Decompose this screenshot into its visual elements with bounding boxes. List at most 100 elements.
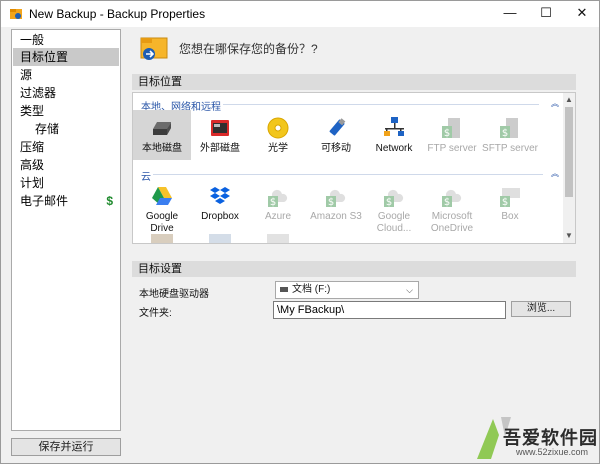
tile-label: Dropbox [201,211,239,222]
chevron-down-icon: ⌵ [406,285,413,295]
sidebar-item-label: 电子邮件 [20,194,69,208]
usb-drive-icon [329,118,346,136]
sidebar-item-general[interactable]: 一般 [13,31,119,49]
dropbox-icon [210,187,230,204]
tile-label: Microsoft OneDrive [430,211,474,234]
backup-properties-window: New Backup - Backup Properties — ☐ ✕ 一般 … [0,0,600,464]
folder-label: 文件夹: [139,308,172,319]
tile-onedrive[interactable]: $ Microsoft OneDrive [423,178,481,236]
box-icon: $ [500,188,520,208]
partial-row-icon [267,234,289,243]
sidebar-item-source[interactable]: 源 [13,66,119,84]
tile-label: Network [375,143,413,154]
svg-text:$: $ [328,197,334,208]
tile-external-disk[interactable]: 外部磁盘 [191,110,249,160]
app-icon [10,9,22,19]
sidebar-item-storage[interactable]: 存储 [13,120,119,138]
title-bar[interactable]: New Backup - Backup Properties — ☐ ✕ [1,1,599,27]
sidebar-item-schedule[interactable]: 计划 [13,174,119,192]
tile-label: Google Cloud... [376,211,412,234]
tile-removable[interactable]: 可移动 [307,110,365,160]
svg-text:$: $ [270,197,276,208]
google-drive-icon [152,187,172,205]
svg-text:$: $ [502,197,508,208]
tile-dropbox[interactable]: Dropbox [191,178,249,236]
sidebar-item-advanced[interactable]: 高级 [13,156,119,174]
tile-local-disk[interactable]: 本地磁盘 [133,110,191,160]
sidebar-item-destination[interactable]: 目标位置 [13,48,119,66]
partial-row-icon [209,234,231,243]
sidebar-item-label: 高级 [20,158,45,172]
tile-label: Amazon S3 [310,211,362,222]
sidebar-item-label: 类型 [20,104,45,118]
svg-text:$: $ [444,128,450,139]
collapse-cloud-icon[interactable]: ︽ [551,168,559,179]
tile-sftp-server[interactable]: $ SFTP server [481,110,539,160]
network-icon [384,117,404,136]
sidebar-item-label: 压缩 [20,140,45,154]
svg-text:$: $ [502,128,508,139]
settings-group-header: 目标设置 [132,261,576,277]
sidebar-item-compression[interactable]: 压缩 [13,138,119,156]
azure-icon: $ [268,189,288,208]
tile-amazon-s3[interactable]: $ Amazon S3 [307,178,365,236]
sidebar-item-label: 目标位置 [20,50,69,64]
tile-label: SFTP server [482,143,538,154]
external-disk-icon [211,120,229,136]
optical-disc-icon [267,117,289,139]
destination-list: 本地、网络和远程 ︽ 本地磁盘 外部磁盘 光学 可移动 Network $ FT… [132,92,576,244]
tile-label: FTP server [427,143,477,154]
settings-sidebar: 一般 目标位置 源 过滤器 类型 存储 压缩 高级 计划 电子邮件 $ [11,29,121,431]
backup-destination-icon [140,37,168,60]
tile-label: 光学 [268,143,288,154]
tile-label: Google Drive [145,211,179,234]
google-cloud-icon: $ [384,189,404,208]
collapse-local-icon[interactable]: ︽ [551,98,559,109]
scroll-up-icon[interactable]: ▲ [563,95,575,104]
sidebar-item-label: 一般 [20,33,45,47]
section-divider [223,104,539,105]
browse-button[interactable]: 浏览... [511,301,571,317]
section-divider [153,174,543,175]
tile-label: 可移动 [321,143,351,154]
tile-azure[interactable]: $ Azure [249,178,307,236]
paid-feature-badge: $ [106,194,113,208]
ftp-server-icon: $ [442,118,460,139]
onedrive-icon: $ [442,189,462,208]
sidebar-item-type[interactable]: 类型 [13,102,119,120]
window-title: New Backup - Backup Properties [29,7,206,21]
destination-scrollbar[interactable]: ▲ ▼ [563,93,575,243]
save-and-run-button[interactable]: 保存并运行 [11,438,121,456]
drive-value: 文档 (F:) [292,284,331,295]
destination-question: 您想在哪保存您的备份？? [179,42,318,56]
hard-disk-icon [153,122,171,135]
svg-text:$: $ [386,197,392,208]
scroll-thumb[interactable] [565,107,573,197]
destination-group-header: 目标位置 [132,74,576,90]
close-button[interactable]: ✕ [565,1,599,27]
partial-row-icon [151,234,173,243]
drive-select[interactable]: 文档 (F:) ⌵ [275,281,419,299]
amazon-s3-icon: $ [326,189,346,208]
sidebar-item-label: 源 [20,68,33,82]
tile-optical[interactable]: 光学 [249,110,307,160]
sidebar-item-label: 计划 [20,176,45,190]
sidebar-item-email[interactable]: 电子邮件 $ [13,192,119,210]
minimize-button[interactable]: — [493,1,527,27]
tile-network[interactable]: Network [365,110,423,160]
tile-box[interactable]: $ Box [481,178,539,236]
drive-icon [280,286,288,292]
tile-label: 本地磁盘 [142,143,182,154]
tile-label: Azure [264,211,292,222]
sidebar-item-label: 存储 [35,122,60,136]
scroll-down-icon[interactable]: ▼ [563,231,575,240]
sidebar-item-filters[interactable]: 过滤器 [13,84,119,102]
tile-ftp-server[interactable]: $ FTP server [423,110,481,160]
tile-google-cloud[interactable]: $ Google Cloud... [365,178,423,236]
tile-label: Box [501,211,519,222]
folder-path-input[interactable] [273,301,506,319]
sftp-server-icon: $ [500,118,518,139]
tile-google-drive[interactable]: Google Drive [133,178,191,236]
drive-label: 本地硬盘驱动器 [139,289,209,300]
maximize-button[interactable]: ☐ [529,1,563,27]
